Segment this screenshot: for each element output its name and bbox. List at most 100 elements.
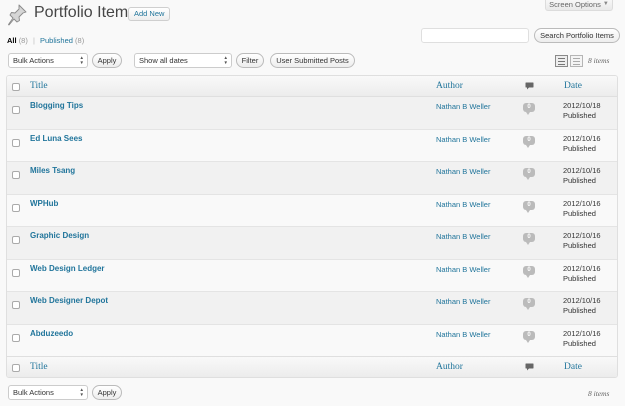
item-status: Published: [563, 338, 596, 348]
row-checkbox[interactable]: [12, 236, 20, 244]
status-filter-links: All (8) | Published (8): [7, 36, 84, 45]
date-filter-value: Show all dates: [139, 56, 188, 65]
screen-options-label: Screen Options: [549, 0, 601, 9]
select-arrows-icon: ▲ ▼: [79, 55, 84, 65]
filter-published-count: (8): [75, 36, 85, 45]
add-new-button[interactable]: Add New: [128, 7, 171, 21]
row-checkbox[interactable]: [12, 138, 20, 147]
comment-icon[interactable]: [525, 82, 534, 90]
filter-published-link[interactable]: Published: [40, 36, 73, 45]
user-submitted-posts-button[interactable]: User Submitted Posts: [270, 53, 355, 68]
search-button[interactable]: Search Portfolio Items: [534, 28, 620, 43]
item-title-link[interactable]: Miles Tsang: [30, 166, 75, 175]
pushpin-icon: [8, 4, 27, 26]
item-author-link[interactable]: Nathan B Weller: [436, 135, 490, 144]
item-author-link[interactable]: Nathan B Weller: [436, 297, 490, 306]
item-status: Published: [563, 208, 596, 218]
item-status: Published: [563, 306, 596, 315]
table-row: Graphic Design Nathan B Weller 0 2012/10/16…: [7, 227, 617, 260]
filter-button[interactable]: Filter: [236, 53, 264, 68]
item-date-value: 2012/10/16: [563, 133, 601, 143]
item-date-value: 2012/10/18: [563, 101, 601, 110]
table-row: Web Design Ledger Nathan B Weller 0 2012/10…: [7, 259, 617, 292]
comment-count-bubble[interactable]: 0: [523, 103, 535, 115]
row-checkbox[interactable]: [12, 106, 20, 114]
table-row: Miles Tsang Nathan B Weller 0 2012/10/16 Pub…: [7, 162, 617, 195]
item-date: 2012/10/16 Published: [563, 296, 601, 316]
item-author-link[interactable]: Nathan B Weller: [436, 330, 490, 339]
table-header: Title Author Date: [7, 76, 617, 97]
item-date-value: 2012/10/16: [563, 231, 601, 240]
apply-button[interactable]: Apply: [92, 53, 122, 68]
bulk-actions-value-bottom: Bulk Actions: [13, 388, 54, 397]
comment-count-bubble[interactable]: 0: [523, 298, 535, 310]
item-author-link[interactable]: Nathan B Weller: [436, 167, 490, 176]
table-row: Ed Luna Sees Nathan B Weller 0 2012/10/16 Pu…: [7, 129, 617, 162]
filter-separator: |: [32, 36, 35, 45]
comment-count-bubble[interactable]: 0: [523, 168, 535, 180]
item-date: 2012/10/16 Published: [563, 329, 601, 349]
row-checkbox[interactable]: [12, 333, 20, 342]
items-count-bottom: 8 items: [588, 389, 610, 398]
item-title-link[interactable]: WPHub: [30, 199, 58, 208]
item-status: Published: [563, 241, 596, 250]
bulk-actions-select[interactable]: Bulk Actions ▲ ▼: [8, 53, 88, 68]
select-arrows-icon: ▲ ▼: [223, 55, 228, 65]
item-title-link[interactable]: Graphic Design: [30, 231, 89, 240]
item-title-link[interactable]: Blogging Tips: [30, 101, 83, 110]
item-author-link[interactable]: Nathan B Weller: [436, 232, 490, 241]
column-title-header[interactable]: Title: [30, 81, 48, 91]
item-date: 2012/10/16 Published: [563, 199, 601, 219]
excerpt-view-icon[interactable]: [570, 55, 583, 67]
item-status: Published: [563, 143, 596, 153]
filter-all-count: (8): [18, 36, 28, 45]
item-title-link[interactable]: Web Design Ledger: [30, 264, 105, 273]
search-input[interactable]: [421, 28, 529, 43]
item-status: Published: [563, 273, 596, 283]
page-title: Portfolio Items: [34, 4, 137, 21]
row-checkbox[interactable]: [12, 301, 20, 309]
select-all-checkbox-footer[interactable]: [12, 364, 20, 372]
comment-icon[interactable]: [525, 363, 534, 371]
item-date-value: 2012/10/16: [563, 166, 601, 175]
column-author-header: Author: [436, 81, 463, 91]
apply-button-bottom[interactable]: Apply: [92, 385, 122, 400]
list-view-icon[interactable]: [555, 55, 568, 67]
items-count-top: 8 items: [588, 56, 610, 65]
portfolio-items-table: Title Author Date Blogging Tips Nathan B …: [6, 75, 618, 378]
table-row: Blogging Tips Nathan B Weller 0 2012/10/18 P…: [7, 97, 617, 130]
item-date-value: 2012/10/16: [563, 328, 601, 338]
item-title-link[interactable]: Ed Luna Sees: [30, 134, 82, 143]
filter-all-link[interactable]: All: [7, 36, 17, 45]
item-author-link[interactable]: Nathan B Weller: [436, 200, 490, 209]
select-arrows-icon: ▲ ▼: [79, 387, 84, 397]
column-date-header[interactable]: Date: [564, 81, 582, 91]
comment-count-bubble[interactable]: 0: [523, 265, 535, 278]
chevron-down-icon: ▼: [602, 1, 609, 7]
column-date-footer[interactable]: Date: [564, 362, 582, 372]
row-checkbox[interactable]: [12, 268, 20, 277]
item-author-link[interactable]: Nathan B Weller: [436, 265, 490, 274]
date-filter-select[interactable]: Show all dates ▲ ▼: [134, 53, 232, 68]
item-status: Published: [563, 176, 596, 185]
item-date: 2012/10/16 Published: [563, 166, 601, 186]
item-date: 2012/10/18 Published: [563, 101, 601, 121]
comment-count-bubble[interactable]: 0: [523, 135, 535, 148]
item-author-link[interactable]: Nathan B Weller: [436, 102, 490, 111]
item-title-link[interactable]: Web Designer Depot: [30, 296, 108, 305]
column-author-footer: Author: [436, 362, 463, 372]
column-title-footer[interactable]: Title: [30, 362, 48, 372]
item-title-link[interactable]: Abduzeedo: [30, 329, 73, 338]
item-status: Published: [563, 111, 596, 120]
screen-options-button[interactable]: Screen Options ▼: [545, 0, 613, 11]
row-checkbox[interactable]: [12, 203, 20, 212]
comment-count-bubble[interactable]: 0: [523, 233, 535, 245]
select-all-checkbox[interactable]: [12, 83, 20, 91]
bulk-actions-select-bottom[interactable]: Bulk Actions ▲ ▼: [8, 385, 88, 400]
row-checkbox[interactable]: [12, 171, 20, 179]
item-date: 2012/10/16 Published: [563, 134, 601, 154]
item-date-value: 2012/10/16: [563, 296, 601, 305]
comment-count-bubble[interactable]: 0: [523, 330, 535, 343]
table-row: WPHub Nathan B Weller 0 2012/10/16 Published: [7, 194, 617, 227]
comment-count-bubble[interactable]: 0: [523, 200, 535, 213]
